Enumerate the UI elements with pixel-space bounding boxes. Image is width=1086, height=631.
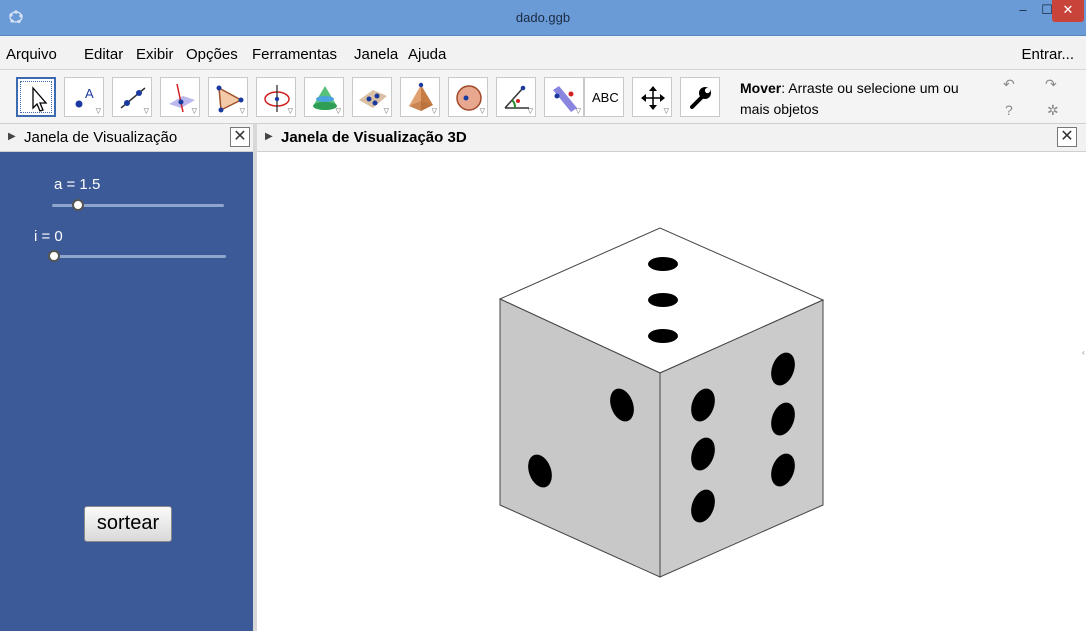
- menu-opcoes[interactable]: Opções: [186, 46, 238, 63]
- svg-text:A: A: [85, 86, 94, 101]
- close-graphics-view-button[interactable]: ✕: [230, 127, 250, 147]
- text-tool-button[interactable]: ABC: [584, 77, 624, 117]
- slider-i-knob[interactable]: [48, 250, 60, 262]
- slider-i-label: i = 0: [34, 228, 63, 245]
- die[interactable]: [257, 152, 1086, 631]
- graphics-view-title: Janela de Visualização: [24, 129, 178, 146]
- redo-button[interactable]: ↷: [1045, 76, 1057, 93]
- plane-tool-button[interactable]: ▽: [352, 77, 392, 117]
- perpendicular-tool-button[interactable]: ▽: [160, 77, 200, 117]
- title-bar: dado.ggb ‒ ☐ ✕: [0, 0, 1086, 36]
- move-graphics-tool-button[interactable]: ▽: [632, 77, 672, 117]
- intersect-surfaces-tool-button[interactable]: ▽: [304, 77, 344, 117]
- collapse-triangle-icon[interactable]: ▶: [265, 131, 273, 142]
- menu-exibir[interactable]: Exibir: [136, 46, 174, 63]
- reflect-tool-button[interactable]: ▽: [544, 77, 584, 117]
- menu-ferramentas[interactable]: Ferramentas: [252, 46, 337, 63]
- settings-gear-icon[interactable]: ✲: [1047, 102, 1059, 119]
- menu-janela[interactable]: Janela: [354, 46, 398, 63]
- close-button[interactable]: ✕: [1052, 0, 1084, 22]
- sortear-button[interactable]: sortear: [84, 506, 172, 542]
- pip: [648, 257, 678, 271]
- graphics-view[interactable]: a = 1.5 i = 0 sortear: [0, 152, 253, 631]
- minimize-button[interactable]: ‒: [1010, 0, 1036, 22]
- menu-ajuda[interactable]: Ajuda: [408, 46, 446, 63]
- graphics-3d-view[interactable]: ‹: [257, 152, 1086, 631]
- graphics-view-header: ▶ Janela de Visualização ✕: [0, 124, 253, 152]
- move-tool-icon: [32, 86, 48, 112]
- toolbar: A ▽ ▽ ▽ ▽ ▽ ▽ ▽ ▽ ▽ ▽ ▽ ABC ▽ Mover: Arra…: [0, 70, 1086, 124]
- slider-a-label: a = 1.5: [54, 176, 101, 193]
- close-3d-view-button[interactable]: ✕: [1057, 127, 1077, 147]
- pip: [648, 293, 678, 307]
- text-tool-icon: ABC: [592, 90, 619, 105]
- undo-button[interactable]: ↶: [1003, 76, 1015, 93]
- pip: [648, 329, 678, 343]
- point-tool-button[interactable]: A ▽: [64, 77, 104, 117]
- angle-tool-button[interactable]: ▽: [496, 77, 536, 117]
- tool-help-text: Mover: Arraste ou selecione um ou mais o…: [740, 80, 959, 117]
- slider-i-track[interactable]: [52, 255, 226, 258]
- resize-handle-icon[interactable]: ‹: [1082, 348, 1086, 357]
- menu-bar: Arquivo Editar Exibir Opções Ferramentas…: [0, 36, 1086, 70]
- properties-tool-icon: [690, 87, 711, 109]
- pyramid-tool-button[interactable]: ▽: [400, 77, 440, 117]
- signin-link[interactable]: Entrar...: [1021, 46, 1074, 63]
- graphics-3d-view-title: Janela de Visualização 3D: [281, 129, 467, 146]
- line-tool-button[interactable]: ▽: [112, 77, 152, 117]
- menu-editar[interactable]: Editar: [84, 46, 123, 63]
- graphics-3d-view-header: ▶ Janela de Visualização 3D ✕: [257, 124, 1086, 152]
- polygon-tool-button[interactable]: ▽: [208, 77, 248, 117]
- move-tool-button[interactable]: [16, 77, 56, 117]
- window-title: dado.ggb: [515, 10, 571, 25]
- menu-arquivo[interactable]: Arquivo: [6, 46, 57, 63]
- help-button[interactable]: ?: [1005, 102, 1013, 118]
- circle-axis-tool-button[interactable]: ▽: [256, 77, 296, 117]
- slider-a-knob[interactable]: [72, 199, 84, 211]
- sphere-tool-button[interactable]: ▽: [448, 77, 488, 117]
- properties-tool-button[interactable]: [680, 77, 720, 117]
- collapse-triangle-icon[interactable]: ▶: [8, 131, 16, 142]
